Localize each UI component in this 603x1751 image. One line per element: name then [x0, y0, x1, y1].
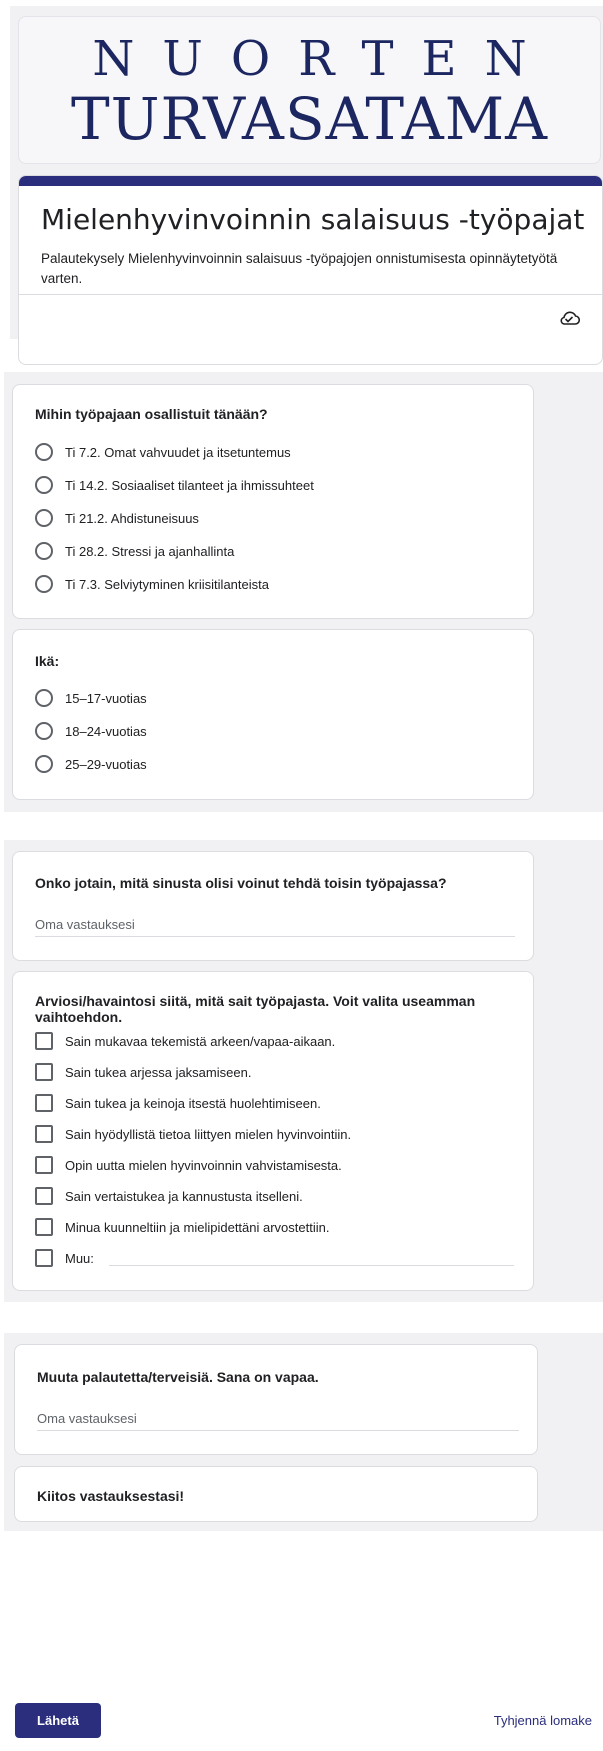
radio-option[interactable]: Ti 14.2. Sosiaaliset tilanteet ja ihmiss… — [35, 474, 314, 496]
question-gains-card: Arviosi/havaintosi siitä, mitä sait työp… — [12, 971, 534, 1291]
logo-line1: NUORTEN — [92, 31, 555, 87]
checkbox-option[interactable]: Sain vertaistukea ja kannustusta itselle… — [35, 1185, 303, 1207]
radio-button[interactable] — [35, 689, 53, 707]
question-improve-card: Onko jotain, mitä sinusta olisi voinut t… — [12, 851, 534, 961]
checkbox-option[interactable]: Opin uutta mielen hyvinvoinnin vahvistam… — [35, 1154, 342, 1176]
question-feedback-card: Muuta palautetta/terveisiä. Sana on vapa… — [14, 1344, 538, 1455]
radio-button[interactable] — [35, 509, 53, 527]
radio-option[interactable]: Ti 28.2. Stressi ja ajanhallinta — [35, 540, 234, 562]
answer-underline — [37, 1430, 519, 1431]
checkbox-option[interactable]: Sain hyödyllistä tietoa liittyen mielen … — [35, 1123, 351, 1145]
radio-option[interactable]: 25–29-vuotias — [35, 753, 147, 775]
option-label: Opin uutta mielen hyvinvoinnin vahvistam… — [65, 1157, 342, 1173]
option-label: Ti 28.2. Stressi ja ajanhallinta — [65, 543, 235, 559]
option-label: 15–17-vuotias — [65, 690, 147, 706]
radio-button[interactable] — [35, 443, 53, 461]
answer-underline — [35, 936, 515, 937]
form-title: Mielenhyvinvoinnin salaisuus -työpajat — [41, 203, 585, 236]
question-workshop-card: Mihin työpajaan osallistuit tänään? Ti 7… — [12, 384, 534, 619]
other-input-underline[interactable] — [109, 1265, 514, 1266]
checkbox-option[interactable]: Sain mukavaa tekemistä arkeen/vapaa-aika… — [35, 1030, 335, 1052]
option-label: Sain vertaistukea ja kannustusta itselle… — [65, 1188, 303, 1204]
question-title: Onko jotain, mitä sinusta olisi voinut t… — [35, 875, 447, 891]
checkbox-option-other[interactable]: Muu: — [35, 1247, 94, 1269]
cloud-check-icon — [560, 311, 580, 325]
option-label: Sain mukavaa tekemistä arkeen/vapaa-aika… — [65, 1033, 336, 1049]
checkbox-option[interactable]: Sain tukea arjessa jaksamiseen. — [35, 1061, 251, 1083]
checkbox-option[interactable]: Sain tukea ja keinoja itsestä huolehtimi… — [35, 1092, 321, 1114]
radio-option[interactable]: 15–17-vuotias — [35, 687, 147, 709]
radio-button[interactable] — [35, 542, 53, 560]
question-title: Mihin työpajaan osallistuit tänään? — [35, 406, 268, 422]
question-title: Ikä: — [35, 653, 60, 669]
question-title: Arviosi/havaintosi siitä, mitä sait työp… — [35, 993, 476, 1025]
checkbox[interactable] — [35, 1249, 53, 1267]
radio-button[interactable] — [35, 722, 53, 740]
checkbox[interactable] — [35, 1156, 53, 1174]
option-label: Sain tukea arjessa jaksamiseen. — [65, 1064, 252, 1080]
question-age-card: Ikä: 15–17-vuotias 18–24-vuotias 25–29-v… — [12, 629, 534, 800]
form-description: Palautekysely Mielenhyvinvoinnin salaisu… — [41, 251, 558, 286]
radio-button[interactable] — [35, 755, 53, 773]
checkbox-option[interactable]: Minua kuunneltiin ja mielipidettäni arvo… — [35, 1216, 329, 1238]
thanks-card: Kiitos vastauksestasi! — [14, 1466, 538, 1522]
clear-form-link[interactable]: Tyhjennä lomake — [494, 1713, 592, 1728]
radio-option[interactable]: 18–24-vuotias — [35, 720, 147, 742]
option-label: Ti 21.2. Ahdistuneisuus — [65, 510, 199, 526]
option-label: 18–24-vuotias — [65, 723, 147, 739]
radio-button[interactable] — [35, 575, 53, 593]
option-label: Sain tukea ja keinoja itsestä huolehtimi… — [65, 1095, 321, 1111]
divider — [19, 294, 602, 295]
question-title: Muuta palautetta/terveisiä. Sana on vapa… — [37, 1369, 319, 1385]
checkbox[interactable] — [35, 1032, 53, 1050]
submit-button[interactable]: Lähetä — [15, 1703, 101, 1738]
accent-bar — [19, 176, 602, 186]
radio-option[interactable]: Ti 7.3. Selviytyminen kriisitilanteista — [35, 573, 269, 595]
thanks-text: Kiitos vastauksestasi! — [37, 1488, 185, 1504]
answer-input[interactable]: Oma vastauksesi — [35, 917, 135, 932]
checkbox[interactable] — [35, 1094, 53, 1112]
checkbox[interactable] — [35, 1125, 53, 1143]
option-label: Ti 7.2. Omat vahvuudet ja itsetuntemus — [65, 444, 291, 460]
answer-input[interactable]: Oma vastauksesi — [37, 1411, 137, 1426]
checkbox[interactable] — [35, 1063, 53, 1081]
logo-line2: TURVASATAMA — [70, 85, 549, 153]
option-label: Muu: — [65, 1250, 94, 1266]
option-label: Ti 7.3. Selviytyminen kriisitilanteista — [65, 576, 269, 592]
radio-button[interactable] — [35, 476, 53, 494]
form-title-card: Mielenhyvinvoinnin salaisuus -työpajat P… — [18, 175, 603, 365]
option-label: 25–29-vuotias — [65, 756, 147, 772]
header-banner: NUORTEN TURVASATAMA — [18, 16, 601, 164]
option-label: Minua kuunneltiin ja mielipidettäni arvo… — [65, 1219, 330, 1235]
radio-option[interactable]: Ti 21.2. Ahdistuneisuus — [35, 507, 199, 529]
radio-option[interactable]: Ti 7.2. Omat vahvuudet ja itsetuntemus — [35, 441, 291, 463]
option-label: Ti 14.2. Sosiaaliset tilanteet ja ihmiss… — [65, 477, 314, 493]
checkbox[interactable] — [35, 1218, 53, 1236]
checkbox[interactable] — [35, 1187, 53, 1205]
option-label: Sain hyödyllistä tietoa liittyen mielen … — [65, 1126, 352, 1142]
